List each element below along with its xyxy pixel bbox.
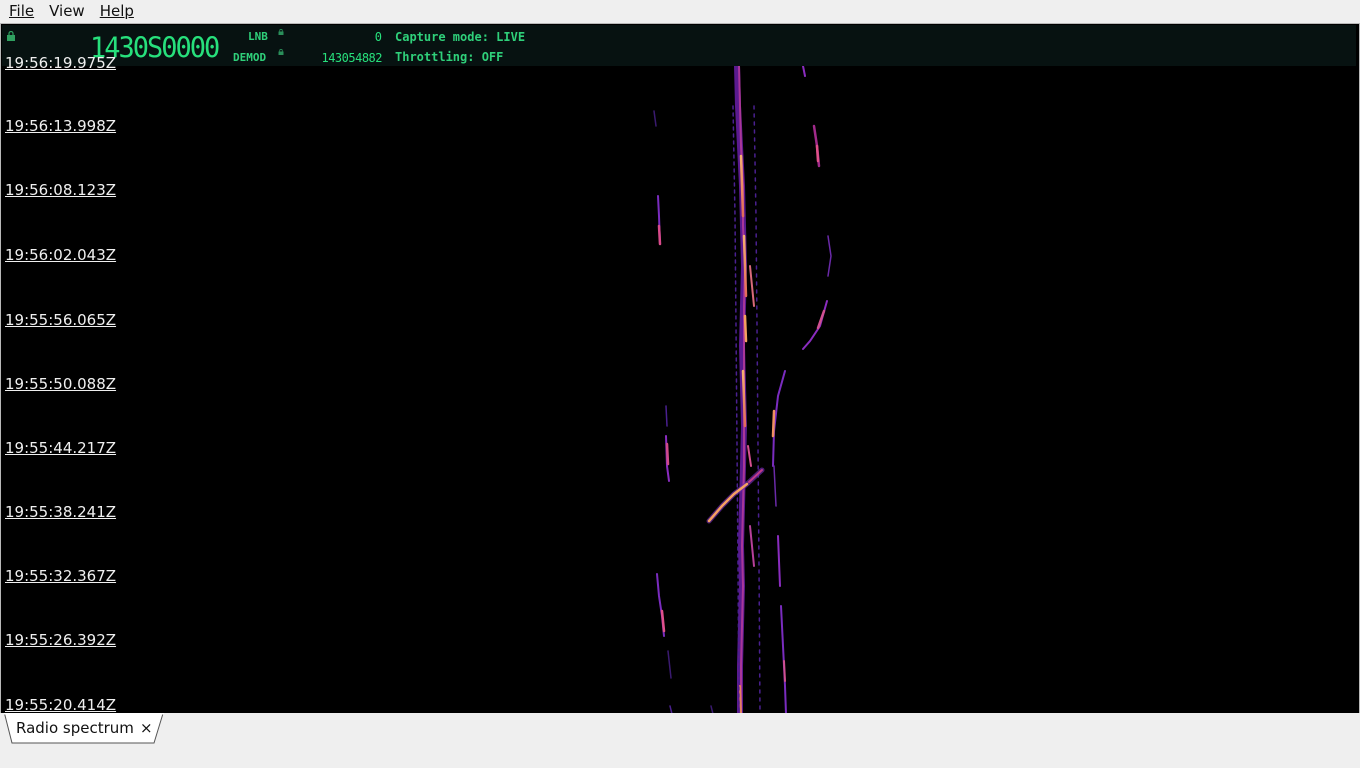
menu-help[interactable]: Help — [94, 0, 140, 22]
timestamp-label: 19:56:02.043Z — [5, 246, 117, 264]
menu-view[interactable]: View — [43, 0, 91, 22]
waterfall-canvas — [653, 66, 832, 714]
lock-icon — [7, 31, 15, 41]
demod-value[interactable]: 143054882 — [302, 51, 382, 65]
signal-trace-chirp — [706, 467, 765, 524]
demod-lock-icon — [278, 49, 284, 55]
status-bar: 1430S0000 LNB 0 DEMOD 143054882 Capture … — [2, 25, 1356, 66]
close-icon[interactable]: × — [140, 719, 153, 737]
waterfall-display[interactable]: 19:56:19.975Z 19:56:13.998Z 19:56:08.123… — [2, 54, 1356, 714]
lnb-lock-icon — [278, 29, 284, 35]
timestamp-label: 19:55:32.367Z — [5, 567, 117, 585]
menu-bar: File View Help — [0, 0, 1360, 22]
timestamp-label: 19:55:56.065Z — [5, 311, 117, 329]
timestamp-label: 19:56:19.975Z — [5, 54, 117, 72]
tab-bar: Radio spectrum × — [0, 713, 1360, 768]
throttling-text: Throttling: OFF — [395, 50, 504, 64]
timestamp-label: 19:56:13.998Z — [5, 117, 117, 135]
menu-file[interactable]: File — [3, 0, 40, 22]
timestamp-label: 19:55:44.217Z — [5, 439, 117, 457]
timestamp-label: 19:56:08.123Z — [5, 181, 117, 199]
demod-label: DEMOD — [233, 51, 267, 64]
signal-trace-left — [653, 110, 714, 714]
timestamp-label: 19:55:26.392Z — [5, 631, 117, 649]
lnb-label: LNB — [248, 30, 268, 43]
capture-mode-text: Capture mode: LIVE — [395, 30, 526, 44]
signal-trace-drift — [771, 66, 832, 714]
tab-radio-spectrum[interactable]: Radio spectrum × — [4, 713, 164, 744]
tab-label: Radio spectrum — [16, 719, 134, 737]
lnb-value[interactable]: 0 — [332, 30, 382, 44]
timestamp-label: 19:55:38.241Z — [5, 503, 117, 521]
signal-trace-main — [732, 66, 761, 714]
timestamp-label: 19:55:50.088Z — [5, 375, 117, 393]
timestamp-label: 19:55:20.414Z — [5, 696, 117, 714]
spectrum-panel: 1430S0000 LNB 0 DEMOD 143054882 Capture … — [0, 23, 1360, 715]
